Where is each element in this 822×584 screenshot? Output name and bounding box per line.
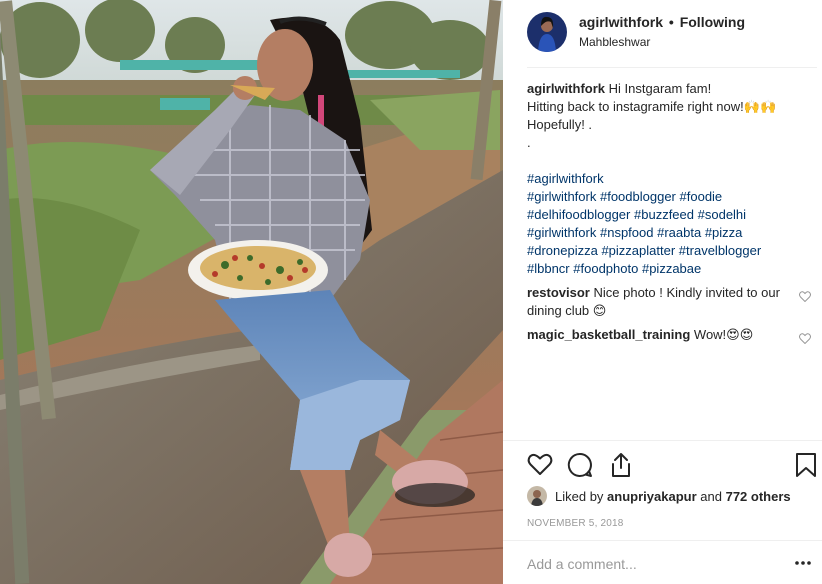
header-username[interactable]: agirlwithfork [579, 14, 663, 30]
caption-username[interactable]: agirlwithfork [527, 81, 605, 96]
instagram-post: agirlwithfork • Following Mahbleshwar ag… [0, 0, 822, 584]
hashtag-line: #girlwithfork #nspfood #raabta #pizza [527, 224, 797, 242]
post-image [0, 0, 503, 584]
comment-item: magic_basketball_training Wow!😍😍 [527, 326, 811, 344]
caption: agirlwithfork Hi Instgaram fam! Hitting … [527, 80, 797, 152]
hashtag-link[interactable]: #travelblogger [679, 243, 761, 258]
bookmark-icon[interactable] [795, 452, 817, 478]
header-separator: • [668, 14, 674, 30]
hashtag-link[interactable]: #foodie [680, 189, 723, 204]
hashtag-line: #delhifoodblogger #buzzfeed #sodelhi [527, 206, 797, 224]
hashtag-link[interactable]: #girlwithfork [527, 189, 596, 204]
likes-row: Liked by anupriyakapur and 772 others [527, 486, 791, 506]
hashtag-link[interactable]: #sodelhi [698, 207, 746, 222]
heart-icon[interactable] [527, 452, 553, 476]
hashtag-link[interactable]: #pizzabae [642, 261, 701, 276]
hashtag-link[interactable]: #agirlwithfork [527, 171, 604, 186]
profile-avatar[interactable] [527, 12, 567, 52]
more-icon[interactable] [795, 560, 811, 566]
hashtag-link[interactable]: #foodphoto [573, 261, 638, 276]
comment-like-heart-icon[interactable] [799, 291, 811, 302]
hashtag-line: #agirlwithfork [527, 170, 797, 188]
hashtag-block: #agirlwithfork #girlwithfork #foodblogge… [527, 170, 797, 278]
hashtag-link[interactable]: #dronepizza [527, 243, 598, 258]
hashtag-link[interactable]: #foodblogger [600, 189, 676, 204]
divider [503, 440, 822, 441]
post-photo[interactable] [0, 0, 503, 584]
hashtag-link[interactable]: #nspfood [600, 225, 654, 240]
hashtag-link[interactable]: #pizza [705, 225, 743, 240]
likes-prefix: Liked by [555, 488, 604, 504]
likes-and: and [700, 488, 722, 504]
header-line: agirlwithfork • Following [579, 13, 745, 31]
hashtag-link[interactable]: #buzzfeed [634, 207, 694, 222]
hashtag-line: #girlwithfork #foodblogger #foodie [527, 188, 797, 206]
divider [503, 540, 822, 541]
likes-count[interactable]: 772 others [726, 489, 791, 504]
hashtag-line: #lbbncr #foodphoto #pizzabae [527, 260, 797, 278]
liker-avatar[interactable] [527, 486, 547, 506]
post-header: agirlwithfork • Following Mahbleshwar [527, 12, 817, 68]
hashtag-line: #dronepizza #pizzaplatter #travelblogger [527, 242, 797, 260]
liker-username[interactable]: anupriyakapur [607, 489, 697, 504]
following-button[interactable]: Following [680, 14, 745, 30]
post-side-panel: agirlwithfork • Following Mahbleshwar ag… [503, 0, 822, 584]
comment-item: restovisor Nice photo ! Kindly invited t… [527, 284, 811, 320]
comments-section: agirlwithfork Hi Instgaram fam! Hitting … [527, 80, 811, 344]
hashtag-link[interactable]: #lbbncr [527, 261, 570, 276]
hashtag-link[interactable]: #raabta [657, 225, 701, 240]
comment-text: Wow!😍😍 [693, 327, 754, 342]
action-bar [527, 452, 822, 480]
post-date[interactable]: NOVEMBER 5, 2018 [527, 518, 624, 529]
comment-like-heart-icon[interactable] [799, 333, 811, 344]
share-icon[interactable] [609, 452, 633, 478]
hashtag-link[interactable]: #delhifoodblogger [527, 207, 630, 222]
header-text: agirlwithfork • Following Mahbleshwar [579, 12, 745, 49]
comment-username[interactable]: restovisor [527, 285, 590, 300]
comment-username[interactable]: magic_basketball_training [527, 327, 690, 342]
comment-icon[interactable] [567, 452, 593, 478]
hashtag-link[interactable]: #girlwithfork [527, 225, 596, 240]
add-comment-input[interactable] [527, 554, 797, 574]
location-link[interactable]: Mahbleshwar [579, 35, 745, 49]
hashtag-link[interactable]: #pizzaplatter [601, 243, 675, 258]
